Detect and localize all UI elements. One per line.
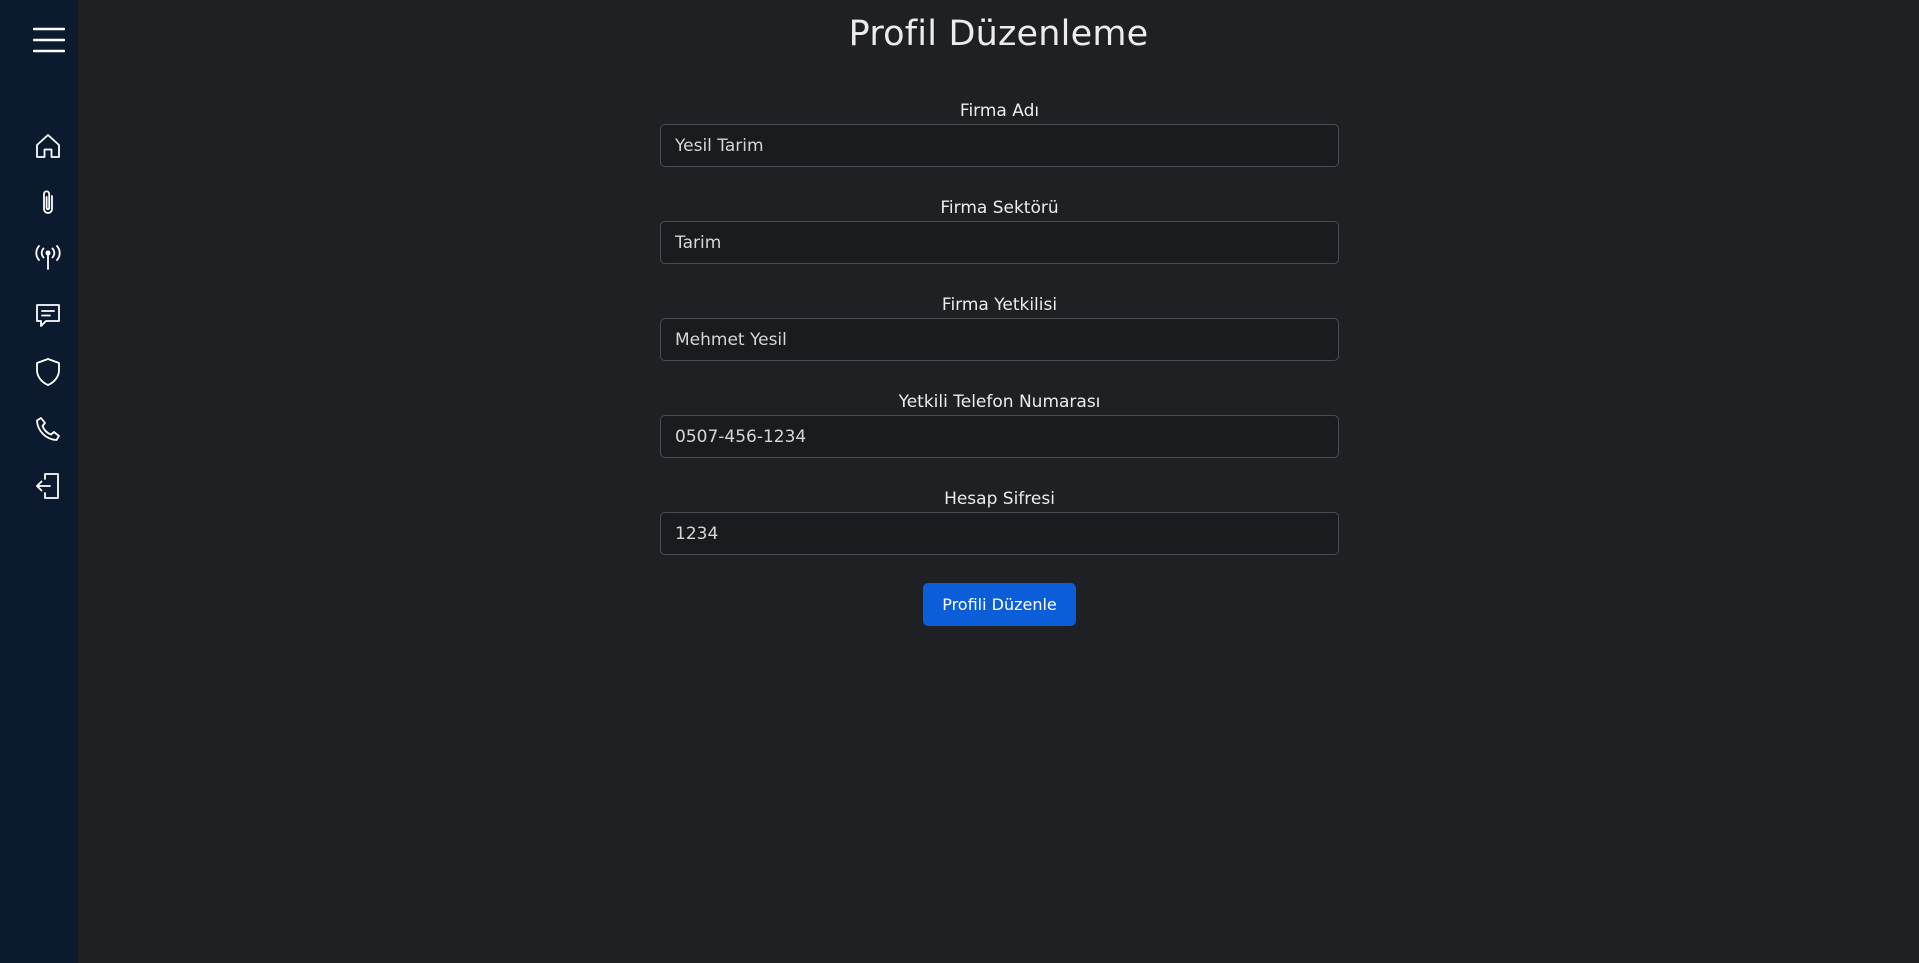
main-content: Profil Düzenleme Firma Adı Firma Sektörü… [78,0,1919,963]
officer-phone-field: Yetkili Telefon Numarası [660,391,1339,458]
company-officer-input[interactable] [660,318,1339,361]
company-officer-label: Firma Yetkilisi [941,295,1058,315]
company-name-field: Firma Adı [660,100,1339,167]
home-icon[interactable] [33,131,63,161]
account-password-input[interactable] [660,512,1339,555]
officer-phone-label: Yetkili Telefon Numarası [898,392,1101,412]
page-title: Profil Düzenleme [848,14,1149,54]
company-name-label: Firma Adı [959,101,1040,121]
company-sector-field: Firma Sektörü [660,197,1339,264]
sidebar [0,0,78,963]
company-officer-field: Firma Yetkilisi [660,294,1339,361]
company-sector-input[interactable] [660,221,1339,264]
edit-profile-button[interactable]: Profili Düzenle [923,583,1076,626]
paperclip-icon[interactable] [33,188,63,218]
shield-icon[interactable] [33,357,63,387]
logout-icon[interactable] [33,471,63,501]
antenna-icon[interactable] [33,243,63,273]
company-name-input[interactable] [660,124,1339,167]
chat-icon[interactable] [33,301,63,331]
officer-phone-input[interactable] [660,415,1339,458]
hamburger-menu-icon[interactable] [32,25,66,55]
company-sector-label: Firma Sektörü [940,198,1059,218]
account-password-field: Hesap Sifresi [660,488,1339,555]
phone-icon[interactable] [33,414,63,444]
account-password-label: Hesap Sifresi [944,489,1055,509]
